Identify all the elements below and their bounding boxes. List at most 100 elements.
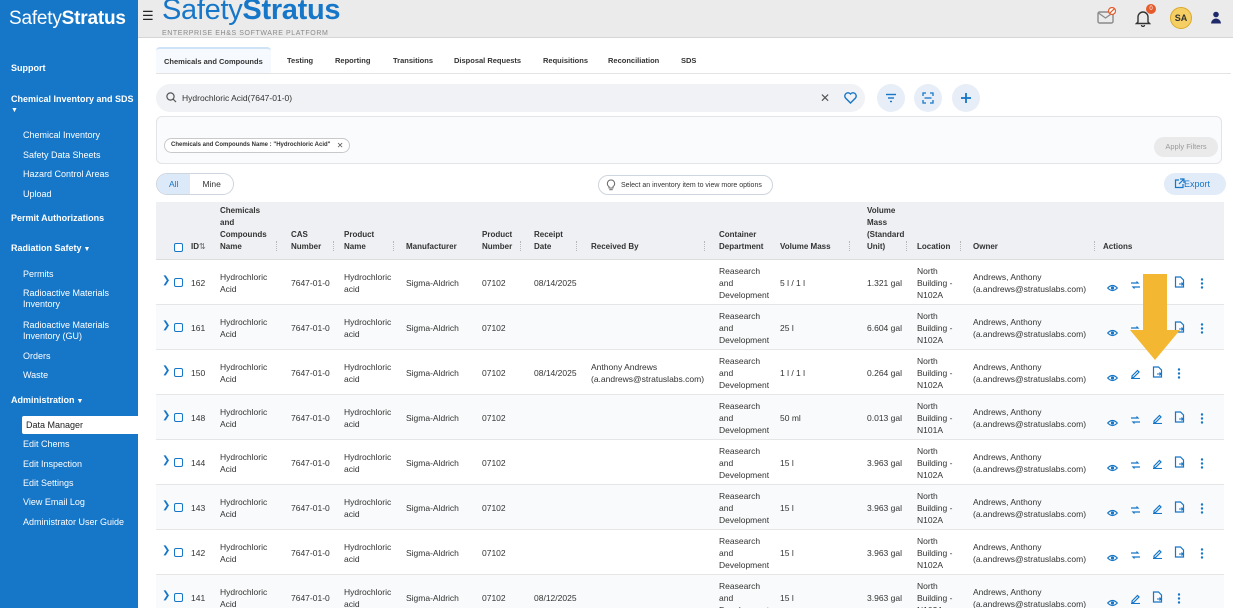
expand-row-icon[interactable]: ❯ xyxy=(162,545,170,556)
column-product-name[interactable]: Product Name xyxy=(344,229,374,253)
sidebar-item-upload[interactable]: Upload xyxy=(23,189,52,200)
edit-icon[interactable] xyxy=(1152,546,1163,564)
tab-chemicals-and-compounds[interactable]: Chemicals and Compounds xyxy=(156,47,271,73)
table-row[interactable]: ❯ 148 Hydrochloric Acid 7647-01-0 Hydrochlori… xyxy=(156,395,1224,440)
view-icon[interactable] xyxy=(1106,414,1119,432)
apply-filters-button[interactable]: Apply Filters xyxy=(1154,137,1218,157)
column-receipt-date[interactable]: Receipt Date xyxy=(534,229,563,253)
sidebar-logo[interactable]: SafetyStratus xyxy=(0,0,138,42)
document-icon[interactable] xyxy=(1152,590,1163,608)
toggle-all[interactable]: All xyxy=(157,174,191,194)
column-resize-handle[interactable] xyxy=(1094,241,1096,251)
table-row[interactable]: ❯ 150 Hydrochloric Acid 7647-01-0 Hydrochlori… xyxy=(156,350,1224,395)
transfer-icon[interactable] xyxy=(1130,502,1141,520)
table-row[interactable]: ❯ 161 Hydrochloric Acid 7647-01-0 Hydrochlori… xyxy=(156,305,1224,350)
sidebar-item-hazard-control-areas[interactable]: Hazard Control Areas xyxy=(23,169,109,180)
sort-icon[interactable]: ⇅ xyxy=(199,242,206,251)
user-profile-icon[interactable] xyxy=(1210,11,1222,24)
expand-row-icon[interactable]: ❯ xyxy=(162,320,170,331)
column-resize-handle[interactable] xyxy=(849,241,851,251)
expand-row-icon[interactable]: ❯ xyxy=(162,275,170,286)
edit-icon[interactable] xyxy=(1130,366,1141,384)
sidebar-item-edit-settings[interactable]: Edit Settings xyxy=(23,478,74,489)
sidebar-radiation-safety[interactable]: Radiation Safety ▼ xyxy=(11,243,90,253)
more-options-icon[interactable] xyxy=(1200,456,1204,474)
expand-row-icon[interactable]: ❯ xyxy=(162,455,170,466)
view-icon[interactable] xyxy=(1106,459,1119,477)
column-cas[interactable]: CAS Number xyxy=(291,229,321,253)
row-checkbox[interactable] xyxy=(174,593,183,602)
view-icon[interactable] xyxy=(1106,369,1119,387)
sidebar-item-chemical-inventory[interactable]: Chemical Inventory xyxy=(23,130,100,141)
edit-icon[interactable] xyxy=(1152,501,1163,519)
column-volume-mass[interactable]: Volume Mass xyxy=(780,241,831,253)
sidebar-chem-section[interactable]: Chemical Inventory and SDS ▼ xyxy=(11,94,134,114)
tab-reconciliation[interactable]: Reconciliation xyxy=(608,47,659,73)
sidebar-item-administrator-user-guide[interactable]: Administrator User Guide xyxy=(23,517,124,528)
row-checkbox[interactable] xyxy=(174,503,183,512)
transfer-icon[interactable] xyxy=(1130,547,1141,565)
view-icon[interactable] xyxy=(1106,504,1119,522)
avatar[interactable]: SA xyxy=(1170,7,1192,29)
column-location[interactable]: Location xyxy=(917,241,950,253)
filter-button[interactable] xyxy=(877,84,905,112)
transfer-icon[interactable] xyxy=(1130,457,1141,475)
row-checkbox[interactable] xyxy=(174,458,183,467)
tab-transitions[interactable]: Transitions xyxy=(393,47,433,73)
more-options-icon[interactable] xyxy=(1200,321,1204,339)
toggle-mine[interactable]: Mine xyxy=(190,174,232,194)
edit-icon[interactable] xyxy=(1152,411,1163,429)
document-icon[interactable] xyxy=(1174,455,1185,473)
remove-filter-icon[interactable]: ✕ xyxy=(337,141,344,150)
row-checkbox[interactable] xyxy=(174,278,183,287)
sidebar-administration[interactable]: Administration ▼ xyxy=(11,395,83,405)
table-row[interactable]: ❯ 141 Hydrochloric Acid 7647-01-0 Hydrochlori… xyxy=(156,575,1224,608)
filter-chip[interactable]: Chemicals and Compounds Name : "Hydrochl… xyxy=(164,138,350,153)
sidebar-item-waste[interactable]: Waste xyxy=(23,370,48,381)
column-resize-handle[interactable] xyxy=(520,241,522,251)
sidebar-item-view-email-log[interactable]: View Email Log xyxy=(23,497,85,508)
more-options-icon[interactable] xyxy=(1200,276,1204,294)
row-checkbox[interactable] xyxy=(174,548,183,557)
more-options-icon[interactable] xyxy=(1200,546,1204,564)
transfer-icon[interactable] xyxy=(1130,412,1141,430)
row-checkbox[interactable] xyxy=(174,413,183,422)
more-options-icon[interactable] xyxy=(1200,501,1204,519)
expand-row-icon[interactable]: ❯ xyxy=(162,410,170,421)
tab-sds[interactable]: SDS xyxy=(681,47,696,73)
column-name[interactable]: Chemicals and Compounds Name xyxy=(220,205,267,253)
sidebar-item-permits[interactable]: Permits xyxy=(23,269,54,280)
view-icon[interactable] xyxy=(1106,279,1119,297)
column-resize-handle[interactable] xyxy=(960,241,962,251)
hamburger-menu-icon[interactable]: ☰ xyxy=(142,8,154,24)
sidebar-item-orders[interactable]: Orders xyxy=(23,351,51,362)
sidebar-item-radioactive-materials-inventory[interactable]: Radioactive Materials Inventory xyxy=(23,288,123,310)
edit-icon[interactable] xyxy=(1130,591,1141,608)
mail-disabled-icon[interactable] xyxy=(1097,7,1117,25)
search-input[interactable]: Hydrochloric Acid(7647-01-0) ✕ xyxy=(156,84,865,112)
table-row[interactable]: ❯ 142 Hydrochloric Acid 7647-01-0 Hydrochlori… xyxy=(156,530,1224,575)
sidebar-item-safety-data-sheets[interactable]: Safety Data Sheets xyxy=(23,150,101,161)
column-resize-handle[interactable] xyxy=(333,241,335,251)
expand-row-icon[interactable]: ❯ xyxy=(162,365,170,376)
column-owner[interactable]: Owner xyxy=(973,241,998,253)
tab-disposal-requests[interactable]: Disposal Requests xyxy=(454,47,521,73)
favorite-button[interactable] xyxy=(836,84,864,112)
column-received-by[interactable]: Received By xyxy=(591,241,639,253)
sidebar-item-radioactive-materials-inventory-gu[interactable]: Radioactive Materials Inventory (GU) xyxy=(23,320,123,342)
clear-search-icon[interactable]: ✕ xyxy=(820,91,830,105)
view-icon[interactable] xyxy=(1106,324,1119,342)
tab-requisitions[interactable]: Requisitions xyxy=(543,47,588,73)
expand-row-icon[interactable]: ❯ xyxy=(162,590,170,601)
view-icon[interactable] xyxy=(1106,549,1119,567)
sidebar-permit-authorizations[interactable]: Permit Authorizations xyxy=(11,213,104,223)
edit-icon[interactable] xyxy=(1152,456,1163,474)
more-options-icon[interactable] xyxy=(1177,366,1181,384)
row-checkbox[interactable] xyxy=(174,323,183,332)
sidebar-item-data-manager[interactable]: Data Manager xyxy=(22,416,138,434)
document-icon[interactable] xyxy=(1152,365,1163,383)
sidebar-item-edit-chems[interactable]: Edit Chems xyxy=(23,439,70,450)
column-resize-handle[interactable] xyxy=(576,241,578,251)
table-row[interactable]: ❯ 143 Hydrochloric Acid 7647-01-0 Hydrochlori… xyxy=(156,485,1224,530)
table-row[interactable]: ❯ 144 Hydrochloric Acid 7647-01-0 Hydrochlori… xyxy=(156,440,1224,485)
